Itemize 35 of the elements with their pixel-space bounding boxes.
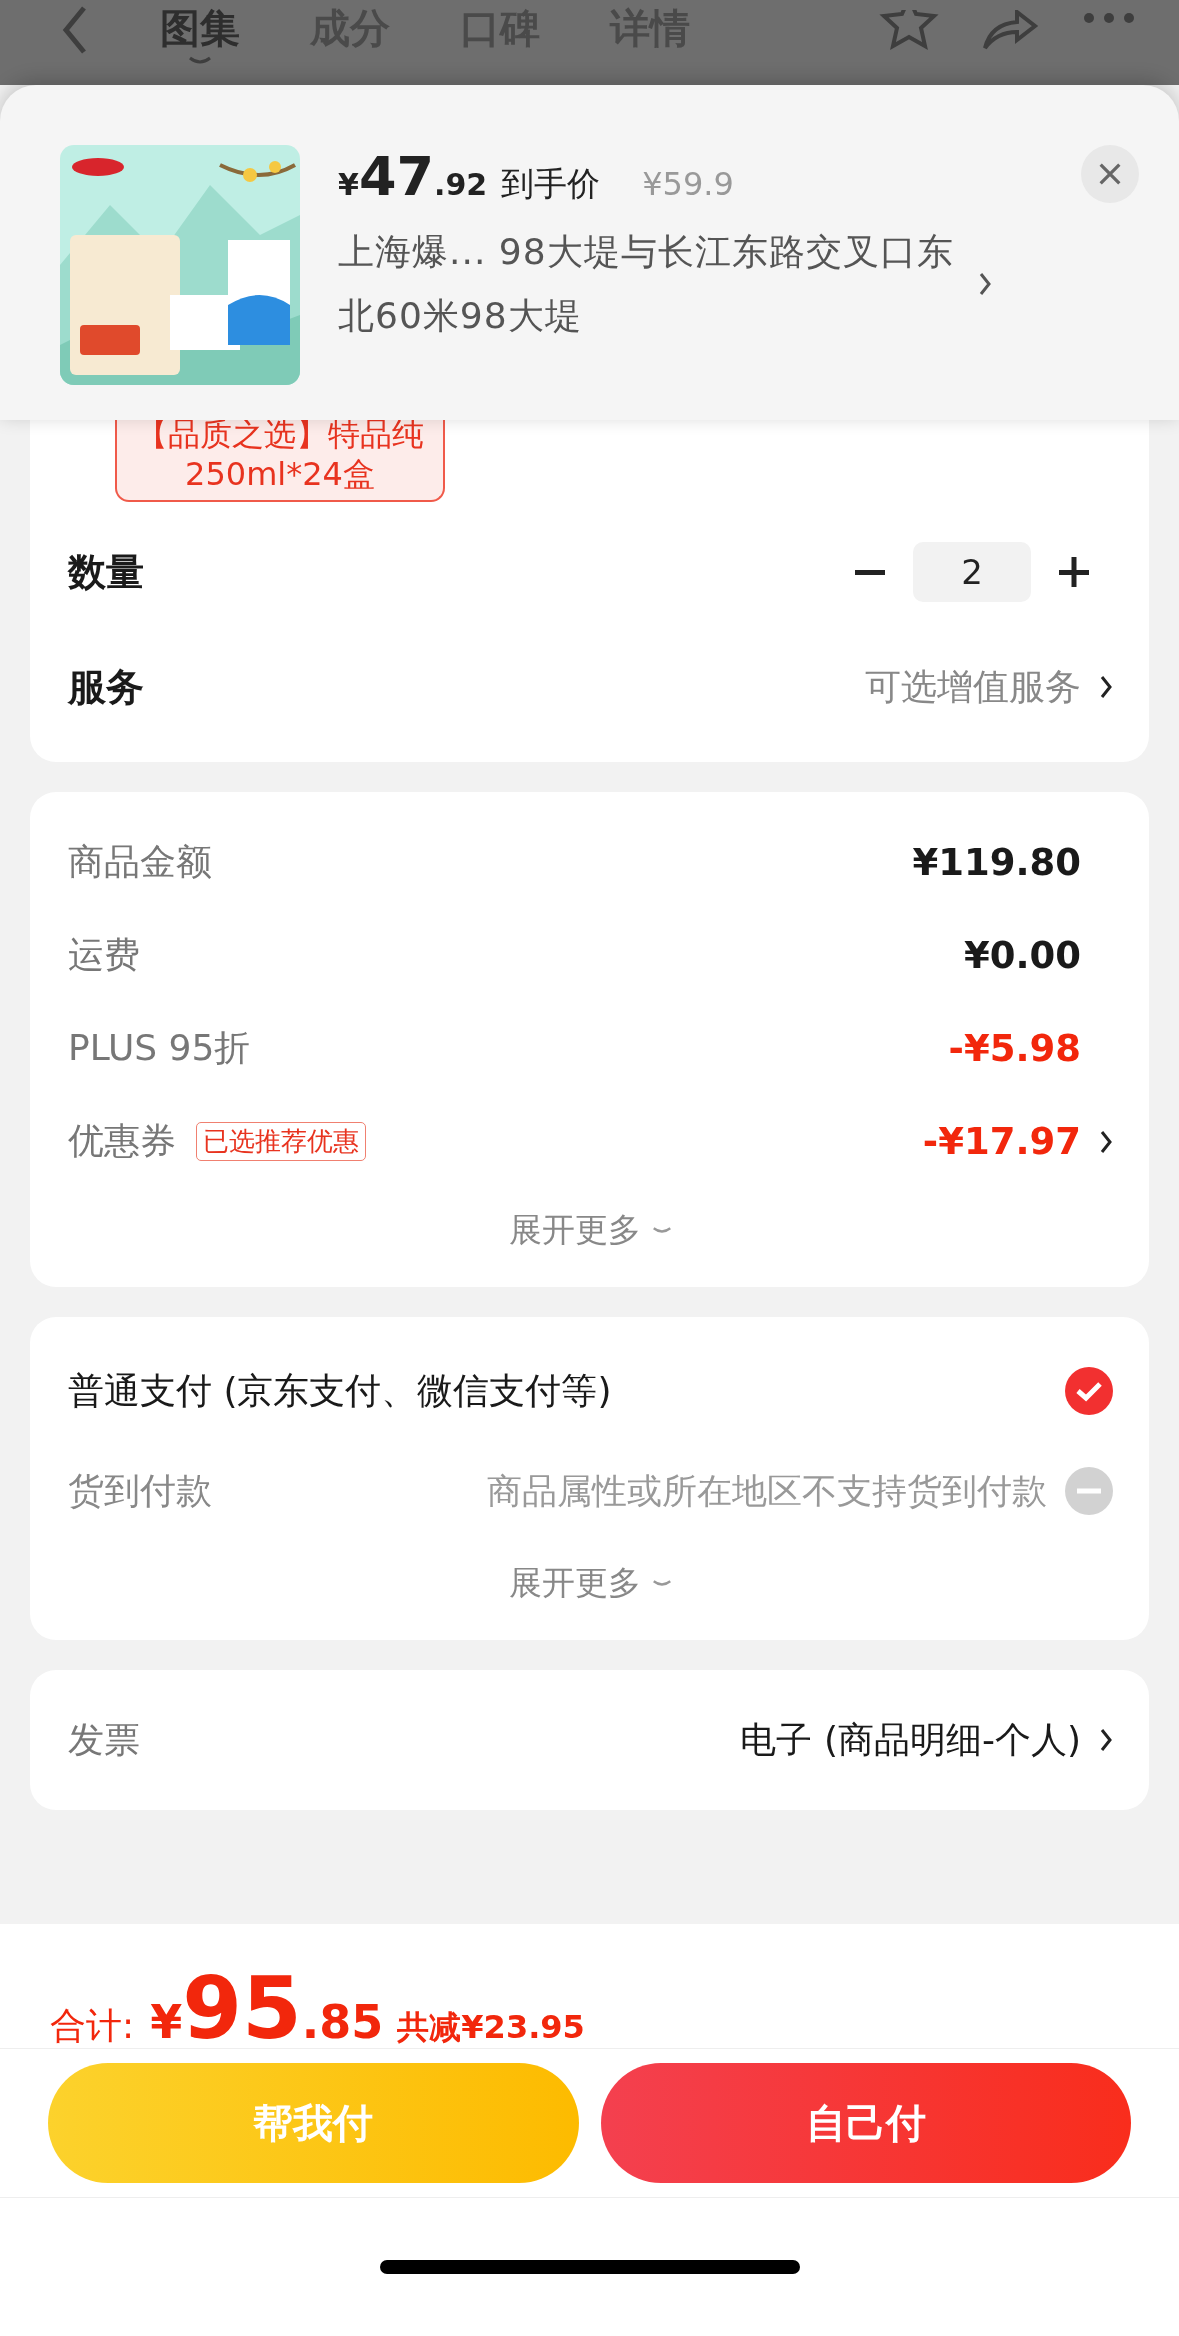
chevron-right-icon[interactable] <box>1099 1727 1113 1753</box>
service-label: 服务 <box>68 663 144 711</box>
plus-icon[interactable] <box>1057 555 1091 589</box>
chevron-right-icon[interactable] <box>1099 1128 1113 1155</box>
price-label: 到手价 <box>501 163 601 205</box>
service-value[interactable]: 可选增值服务 <box>865 662 1081 712</box>
saving-amount: 共减¥23.95 <box>397 2007 585 2048</box>
price: ¥47.92 <box>338 145 488 208</box>
original-price: ¥59.9 <box>642 165 734 203</box>
cost-value: ¥119.80 <box>912 841 1081 884</box>
payment-option[interactable]: 普通支付 (京东支付、微信支付等) <box>68 1366 612 1416</box>
chevron-down-icon <box>188 56 212 66</box>
total-label: 合计: <box>50 2004 135 2048</box>
payment-note: 商品属性或所在地区不支持货到付款 <box>487 1469 1047 1513</box>
total-price: ¥95.85 <box>150 1958 384 2058</box>
cost-label: 商品金额 <box>68 840 212 884</box>
cost-label: PLUS 95折 <box>68 1026 251 1070</box>
radio-icon[interactable] <box>1065 1367 1113 1415</box>
cost-label: 运费 <box>68 933 140 977</box>
quantity-label: 数量 <box>68 548 144 596</box>
chevron-right-icon[interactable] <box>1099 674 1113 700</box>
quantity-field[interactable]: 2 <box>913 542 1031 602</box>
coupon-tag: 已选推荐优惠 <box>196 1122 366 1161</box>
invoice-label: 发票 <box>68 1717 140 1762</box>
cost-value: -¥17.97 <box>922 1120 1081 1163</box>
chevron-right-icon[interactable] <box>978 271 992 297</box>
invoice-value[interactable]: 电子 (商品明细-个人) <box>740 1715 1081 1765</box>
expand-more-button[interactable]: 展开更多 <box>508 1551 673 1616</box>
expand-more-button[interactable]: 展开更多 <box>508 1198 673 1263</box>
tab[interactable]: 图集 <box>160 2 240 66</box>
pay-button[interactable]: 自己付 <box>600 2063 1131 2183</box>
cost-label: 优惠券 <box>68 1119 176 1163</box>
cost-value: ¥0.00 <box>963 934 1081 977</box>
address[interactable]: 上海爆... 98大堤与长江东路交叉口东北60米98大堤 <box>338 220 960 348</box>
cost-value: -¥5.98 <box>948 1027 1081 1070</box>
